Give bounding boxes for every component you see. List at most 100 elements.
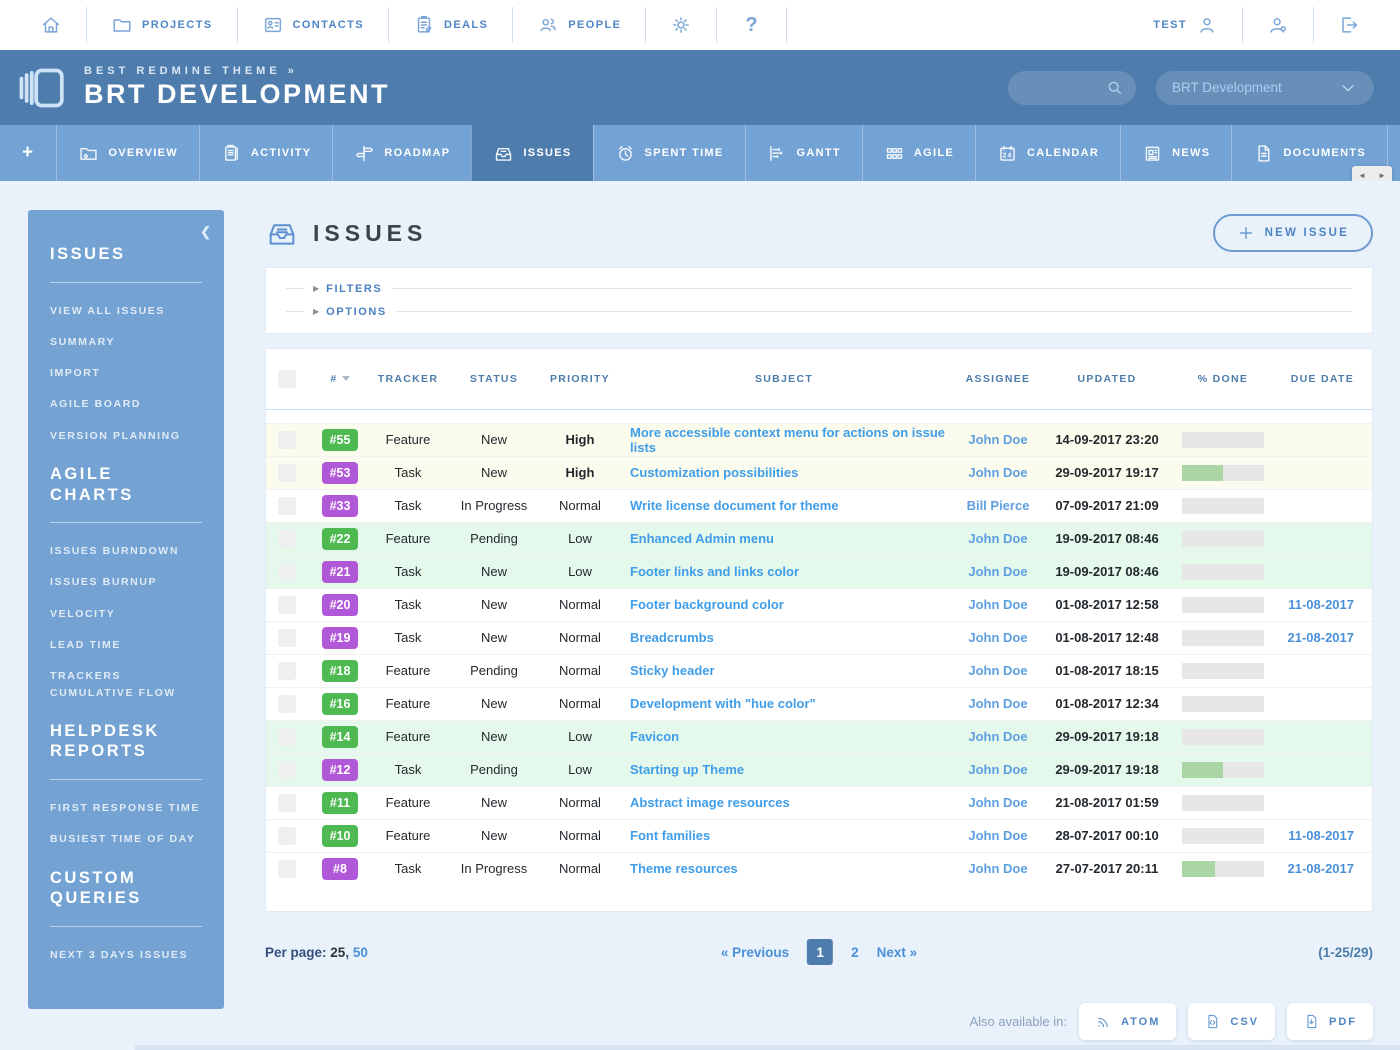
sidebar-item-issues-burnup[interactable]: ISSUES BURNUP (50, 574, 202, 590)
sidebar-item-version-planning[interactable]: VERSION PLANNING (50, 428, 202, 444)
issue-subject-link[interactable]: Customization possibilities (630, 465, 798, 480)
issue-subject-link[interactable]: Footer links and links color (630, 564, 799, 579)
due-date-link[interactable]: 21-08-2017 (1288, 630, 1355, 645)
previous-page-link[interactable]: « Previous (721, 945, 789, 960)
new-issue-button[interactable]: NEW ISSUE (1213, 214, 1373, 252)
export-pdf-button[interactable]: PDF (1287, 1003, 1373, 1040)
nav-scroll-left-icon[interactable]: ◄ (1358, 172, 1366, 180)
column-header-assignee[interactable]: ASSIGNEE (952, 349, 1044, 409)
topbar-settings-button[interactable] (646, 7, 716, 43)
due-date-link[interactable]: 21-08-2017 (1288, 861, 1355, 876)
topbar-admin-button[interactable] (1243, 7, 1313, 43)
topbar-help-button[interactable]: ? (717, 14, 785, 37)
assignee-link[interactable]: John Doe (968, 795, 1027, 810)
filters-toggle[interactable]: ▶ FILTERS (286, 277, 1352, 300)
issue-id-badge[interactable]: #14 (322, 726, 358, 748)
column-sort-tracker[interactable]: TRACKER (378, 373, 438, 385)
issue-subject-link[interactable]: Starting up Theme (630, 762, 744, 777)
sidebar-item-issues-burndown[interactable]: ISSUES BURNDOWN (50, 543, 202, 559)
due-date-link[interactable]: 11-08-2017 (1288, 597, 1354, 612)
column-header-status[interactable]: STATUS (444, 349, 544, 409)
column-header-updated[interactable]: UPDATED (1044, 349, 1170, 409)
page-1-current[interactable]: 1 (807, 939, 833, 965)
issue-id-badge[interactable]: #8 (322, 858, 358, 880)
assignee-link[interactable]: John Doe (968, 432, 1027, 447)
issue-subject-link[interactable]: Footer background color (630, 597, 784, 612)
issue-subject-link[interactable]: Breadcrumbs (630, 630, 714, 645)
column-header-due[interactable]: DUE DATE (1276, 349, 1372, 409)
assignee-link[interactable]: John Doe (968, 531, 1027, 546)
assignee-link[interactable]: John Doe (968, 828, 1027, 843)
column-header-priority[interactable]: PRIORITY (544, 349, 616, 409)
topbar-people-button[interactable]: PEOPLE (513, 7, 645, 43)
row-checkbox[interactable] (278, 464, 296, 482)
sidebar-collapse-icon[interactable]: ❮ (200, 224, 211, 240)
topbar-logout-button[interactable] (1314, 7, 1384, 43)
issue-subject-link[interactable]: Font families (630, 828, 710, 843)
row-checkbox[interactable] (278, 596, 296, 614)
sidebar-item-trackers-cumulative-flow[interactable]: TRACKERS CUMULATIVE FLOW (50, 668, 202, 701)
issue-subject-link[interactable]: More accessible context menu for actions… (630, 425, 945, 455)
column-sort-done[interactable]: % DONE (1198, 373, 1248, 385)
tab-agile[interactable]: AGILE (862, 125, 975, 181)
due-date-link[interactable]: 11-08-2017 (1288, 828, 1354, 843)
assignee-link[interactable]: John Doe (968, 465, 1027, 480)
issue-subject-link[interactable]: Development with "hue color" (630, 696, 816, 711)
topbar-deals-button[interactable]: DEALS (389, 7, 512, 43)
issue-id-badge[interactable]: #53 (322, 462, 358, 484)
row-checkbox[interactable] (278, 860, 296, 878)
column-sort-assignee[interactable]: ASSIGNEE (966, 373, 1031, 385)
issue-id-badge[interactable]: #21 (322, 561, 358, 583)
assignee-link[interactable]: John Doe (968, 597, 1027, 612)
issue-subject-link[interactable]: Favicon (630, 729, 679, 744)
column-sort-id[interactable]: # (330, 373, 337, 385)
topbar-projects-button[interactable]: PROJECTS (87, 7, 237, 43)
sidebar-item-summary[interactable]: SUMMARY (50, 334, 202, 350)
sidebar-item-lead-time[interactable]: LEAD TIME (50, 637, 202, 653)
tab-overview[interactable]: OVERVIEW (56, 125, 199, 181)
row-checkbox[interactable] (278, 431, 296, 449)
row-checkbox[interactable] (278, 662, 296, 680)
sidebar-item-agile-board[interactable]: AGILE BOARD (50, 396, 202, 412)
topbar-home-button[interactable] (16, 7, 86, 43)
sidebar-item-import[interactable]: IMPORT (50, 365, 202, 381)
sidebar-item-next-3-days-issues[interactable]: NEXT 3 DAYS ISSUES (50, 947, 202, 963)
issue-subject-link[interactable]: Sticky header (630, 663, 715, 678)
sidebar-item-first-response-time[interactable]: FIRST RESPONSE TIME (50, 800, 202, 816)
assignee-link[interactable]: John Doe (968, 564, 1027, 579)
assignee-link[interactable]: John Doe (968, 630, 1027, 645)
sidebar-item-view-all-issues[interactable]: VIEW ALL ISSUES (50, 303, 202, 319)
tab-gantt[interactable]: GANTT (745, 125, 862, 181)
issue-id-badge[interactable]: #11 (322, 792, 358, 814)
sidebar-item-velocity[interactable]: VELOCITY (50, 606, 202, 622)
topbar-account-button[interactable]: TEST (1129, 7, 1242, 43)
column-header-tracker[interactable]: TRACKER (372, 349, 444, 409)
tab-roadmap[interactable]: ROADMAP (332, 125, 471, 181)
assignee-link[interactable]: Bill Pierce (967, 498, 1030, 513)
issue-id-badge[interactable]: #10 (322, 825, 358, 847)
per-page-option-50[interactable]: 50 (353, 945, 368, 960)
tab-calendar[interactable]: 24CALENDAR (975, 125, 1120, 181)
search-input[interactable] (1008, 71, 1136, 105)
column-header-done[interactable]: % DONE (1170, 349, 1276, 409)
issue-id-badge[interactable]: #33 (322, 495, 358, 517)
row-checkbox[interactable] (278, 827, 296, 845)
row-checkbox[interactable] (278, 629, 296, 647)
topbar-contacts-button[interactable]: CONTACTS (238, 7, 389, 43)
row-checkbox[interactable] (278, 695, 296, 713)
assignee-link[interactable]: John Doe (968, 663, 1027, 678)
tab-issues[interactable]: ISSUES (471, 125, 592, 181)
column-sort-updated[interactable]: UPDATED (1077, 373, 1136, 385)
row-checkbox[interactable] (278, 530, 296, 548)
issue-id-badge[interactable]: #12 (322, 759, 358, 781)
page-2-link[interactable]: 2 (851, 945, 859, 960)
column-sort-priority[interactable]: PRIORITY (550, 373, 610, 385)
project-selector[interactable]: BRT Development (1156, 71, 1374, 105)
issue-id-badge[interactable]: #19 (322, 627, 358, 649)
column-header-id[interactable]: # (308, 349, 372, 409)
row-checkbox[interactable] (278, 497, 296, 515)
issue-id-badge[interactable]: #18 (322, 660, 358, 682)
tab-activity[interactable]: ACTIVITY (199, 125, 333, 181)
row-checkbox[interactable] (278, 761, 296, 779)
row-checkbox[interactable] (278, 563, 296, 581)
